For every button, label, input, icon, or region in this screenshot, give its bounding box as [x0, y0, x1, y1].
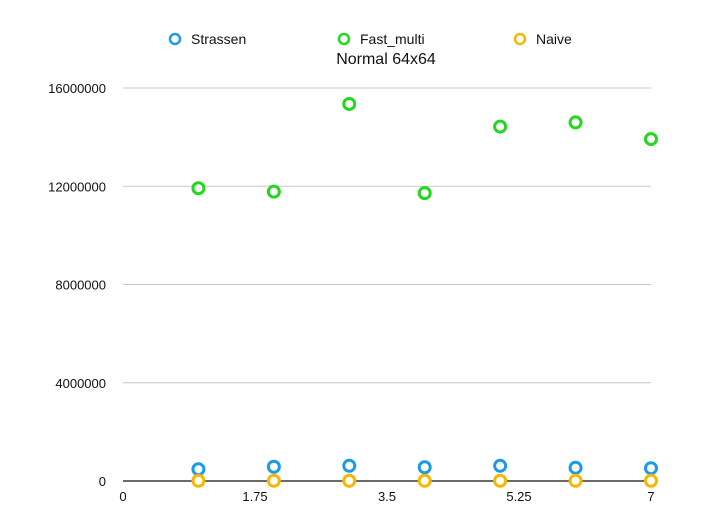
y-tick-label: 16000000: [48, 81, 106, 96]
y-tick-label: 4000000: [55, 376, 106, 391]
legend-label: Naive: [536, 31, 572, 47]
data-points: [191, 96, 658, 488]
data-point: [417, 460, 432, 475]
data-point: [493, 473, 508, 488]
data-point: [644, 473, 658, 488]
x-axis-tick-labels: 0 1.75 3.5 5.25 7: [119, 489, 654, 504]
data-point: [644, 461, 658, 476]
data-point: [342, 458, 357, 473]
data-point: [417, 186, 432, 201]
x-tick-label: 5.25: [506, 489, 531, 504]
data-point: [191, 473, 206, 488]
x-tick-label: 0: [119, 489, 126, 504]
legend: Strassen Fast_multi Naive: [168, 31, 572, 47]
x-tick-label: 1.75: [242, 489, 267, 504]
chart-title: Normal 64x64: [336, 51, 436, 68]
x-tick-label: 3.5: [378, 489, 396, 504]
legend-label: Fast_multi: [360, 31, 425, 47]
data-point: [191, 181, 206, 196]
data-point: [417, 473, 432, 488]
data-point: [266, 459, 281, 474]
legend-label: Strassen: [191, 31, 246, 47]
y-tick-label: 12000000: [48, 179, 106, 194]
legend-marker: [513, 32, 527, 46]
legend-marker: [168, 32, 182, 46]
data-point: [342, 473, 357, 488]
y-tick-label: 8000000: [55, 278, 106, 293]
data-point: [568, 473, 583, 488]
data-point: [568, 115, 583, 130]
data-point: [191, 462, 206, 477]
gridlines: [123, 87, 651, 384]
scatter-chart: Strassen Fast_multi Naive Normal 64x64 0 40…: [48, 31, 658, 504]
legend-marker: [337, 32, 351, 46]
y-axis-tick-labels: 0 4000000 8000000 12000000 16000000: [48, 81, 106, 489]
data-point: [568, 460, 583, 475]
y-tick-label: 0: [99, 474, 106, 489]
data-point: [266, 473, 281, 488]
data-point: [266, 184, 281, 199]
data-point: [342, 96, 357, 111]
data-point: [644, 132, 658, 147]
x-tick-label: 7: [647, 489, 654, 504]
data-point: [493, 458, 508, 473]
data-point: [493, 119, 508, 134]
